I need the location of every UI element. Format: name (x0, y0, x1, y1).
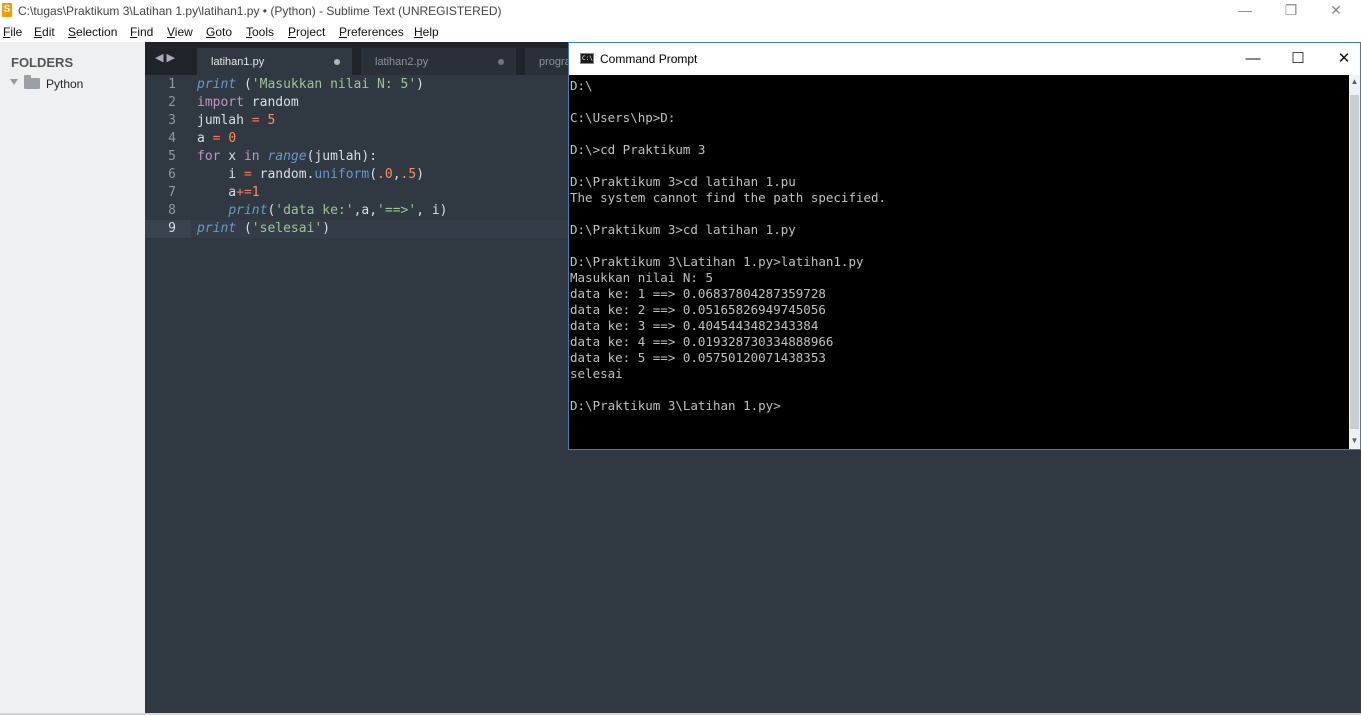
tab-latihan2[interactable]: latihan2.py (361, 48, 516, 75)
code-line-1: print ('Masukkan nilai N: 5') (197, 77, 424, 92)
command-prompt-window[interactable]: C:\ Command Prompt — ☐ ✕ D:\ C:\Users\hp>… (568, 42, 1361, 450)
code-line-4: a = 0 (197, 131, 237, 146)
menu-goto[interactable]: Goto (206, 25, 232, 39)
console-line: D:\Praktikum 3>cd latihan 1.pu (570, 174, 796, 189)
folders-heading: FOLDERS (11, 55, 74, 70)
minimize-button[interactable]: — (1222, 0, 1268, 22)
console-line: D:\Praktikum 3\Latihan 1.py>latihan1.py (570, 254, 864, 269)
sublime-app-icon: S (2, 3, 12, 17)
line-number: 9 (168, 221, 176, 236)
window-title: C:\tugas\Praktikum 3\Latihan 1.py\latiha… (18, 4, 502, 18)
menu-view[interactable]: View (167, 25, 193, 39)
close-button[interactable]: ✕ (1313, 0, 1359, 22)
menu-project[interactable]: Project (288, 25, 325, 39)
tab-nav-arrows-icon[interactable]: ◀ ▶ (155, 51, 175, 64)
console-line: D:\Praktikum 3>cd latihan 1.py (570, 222, 796, 237)
unsaved-dot-icon[interactable] (498, 59, 504, 65)
console-line: data ke: 5 ==> 0.05750120071438353 (570, 350, 826, 365)
cmd-window-title: Command Prompt (600, 52, 698, 66)
cmd-close-button[interactable]: ✕ (1321, 45, 1361, 73)
menu-selection[interactable]: Selection (68, 25, 117, 39)
code-line-5: for x in range(jumlah): (197, 149, 378, 164)
console-line: selesai (570, 366, 623, 381)
console-line: C:\Users\hp>D: (570, 110, 676, 125)
line-number: 3 (168, 113, 176, 128)
editor-right-margin (1349, 450, 1361, 713)
console-line: D:\>cd Praktikum 3 (570, 142, 706, 157)
console-line: data ke: 3 ==> 0.4045443482343384 (570, 318, 819, 333)
title-bar: S C:\tugas\Praktikum 3\Latihan 1.py\lati… (0, 0, 1361, 22)
line-number: 4 (168, 131, 176, 146)
code-line-2: import random (197, 95, 299, 110)
folder-icon (24, 75, 40, 89)
tab-bar: ◀ ▶ latihan1.py latihan2.py progra (145, 42, 570, 75)
folder-label: Python (46, 77, 84, 91)
tab-label: progra (539, 56, 570, 68)
code-line-6: i = random.uniform(.0,.5) (197, 167, 425, 182)
cmd-scrollbar[interactable]: ▲ ▼ (1349, 75, 1360, 449)
code-line-7: a+=1 (197, 185, 260, 200)
sidebar: FOLDERS Python (0, 42, 145, 713)
expand-arrow-icon[interactable] (10, 79, 18, 85)
console-line: The system cannot find the path specifie… (570, 190, 887, 205)
console-line: Masukkan nilai N: 5 (570, 270, 713, 285)
tab-label: latihan1.py (211, 56, 265, 68)
line-number: 7 (168, 185, 176, 200)
cmd-minimize-button[interactable]: — (1230, 45, 1276, 73)
menu-edit[interactable]: Edit (34, 25, 55, 39)
console-line: D:\ (570, 78, 593, 93)
code-editor[interactable]: 1 2 3 4 5 6 7 8 9 print ('Masukkan nilai… (145, 75, 570, 713)
code-line-9: print ('selesai') (197, 221, 331, 236)
cmd-app-icon: C:\ (580, 53, 594, 64)
cmd-maximize-button[interactable]: ☐ (1275, 45, 1321, 73)
menu-bar: File Edit Selection Find View Goto Tools… (0, 22, 1361, 42)
line-number: 6 (168, 167, 176, 182)
console-line: D:\Praktikum 3\Latihan 1.py> (570, 398, 781, 413)
tab-latihan1[interactable]: latihan1.py (197, 48, 352, 75)
scroll-up-arrow-icon[interactable]: ▲ (1350, 77, 1359, 87)
scroll-down-arrow-icon[interactable]: ▼ (1350, 436, 1359, 446)
line-number: 2 (168, 95, 176, 110)
unsaved-dot-icon[interactable] (334, 59, 340, 65)
menu-help[interactable]: Help (414, 25, 439, 39)
menu-file[interactable]: File (3, 25, 22, 39)
tab-label: latihan2.py (375, 56, 429, 68)
console-line: data ke: 4 ==> 0.019328730334888966 (570, 334, 834, 349)
code-line-8: print('data ke:',a,'==>', i) (228, 203, 448, 218)
console-line: data ke: 1 ==> 0.06837804287359728 (570, 286, 826, 301)
menu-find[interactable]: Find (130, 25, 153, 39)
line-number: 1 (168, 77, 176, 92)
console-line: data ke: 2 ==> 0.05165826949745056 (570, 302, 826, 317)
menu-tools[interactable]: Tools (246, 25, 274, 39)
line-number: 8 (168, 203, 176, 218)
restore-button[interactable]: ❐ (1268, 0, 1314, 22)
console-output[interactable]: D:\ C:\Users\hp>D: D:\>cd Praktikum 3 D:\Pr… (569, 75, 1349, 449)
line-number: 5 (168, 149, 176, 164)
code-line-3: jumlah = 5 (197, 113, 276, 128)
tab-program[interactable]: progra (525, 48, 570, 75)
menu-preferences[interactable]: Preferences (339, 25, 404, 39)
scrollbar-thumb[interactable] (1350, 95, 1359, 429)
